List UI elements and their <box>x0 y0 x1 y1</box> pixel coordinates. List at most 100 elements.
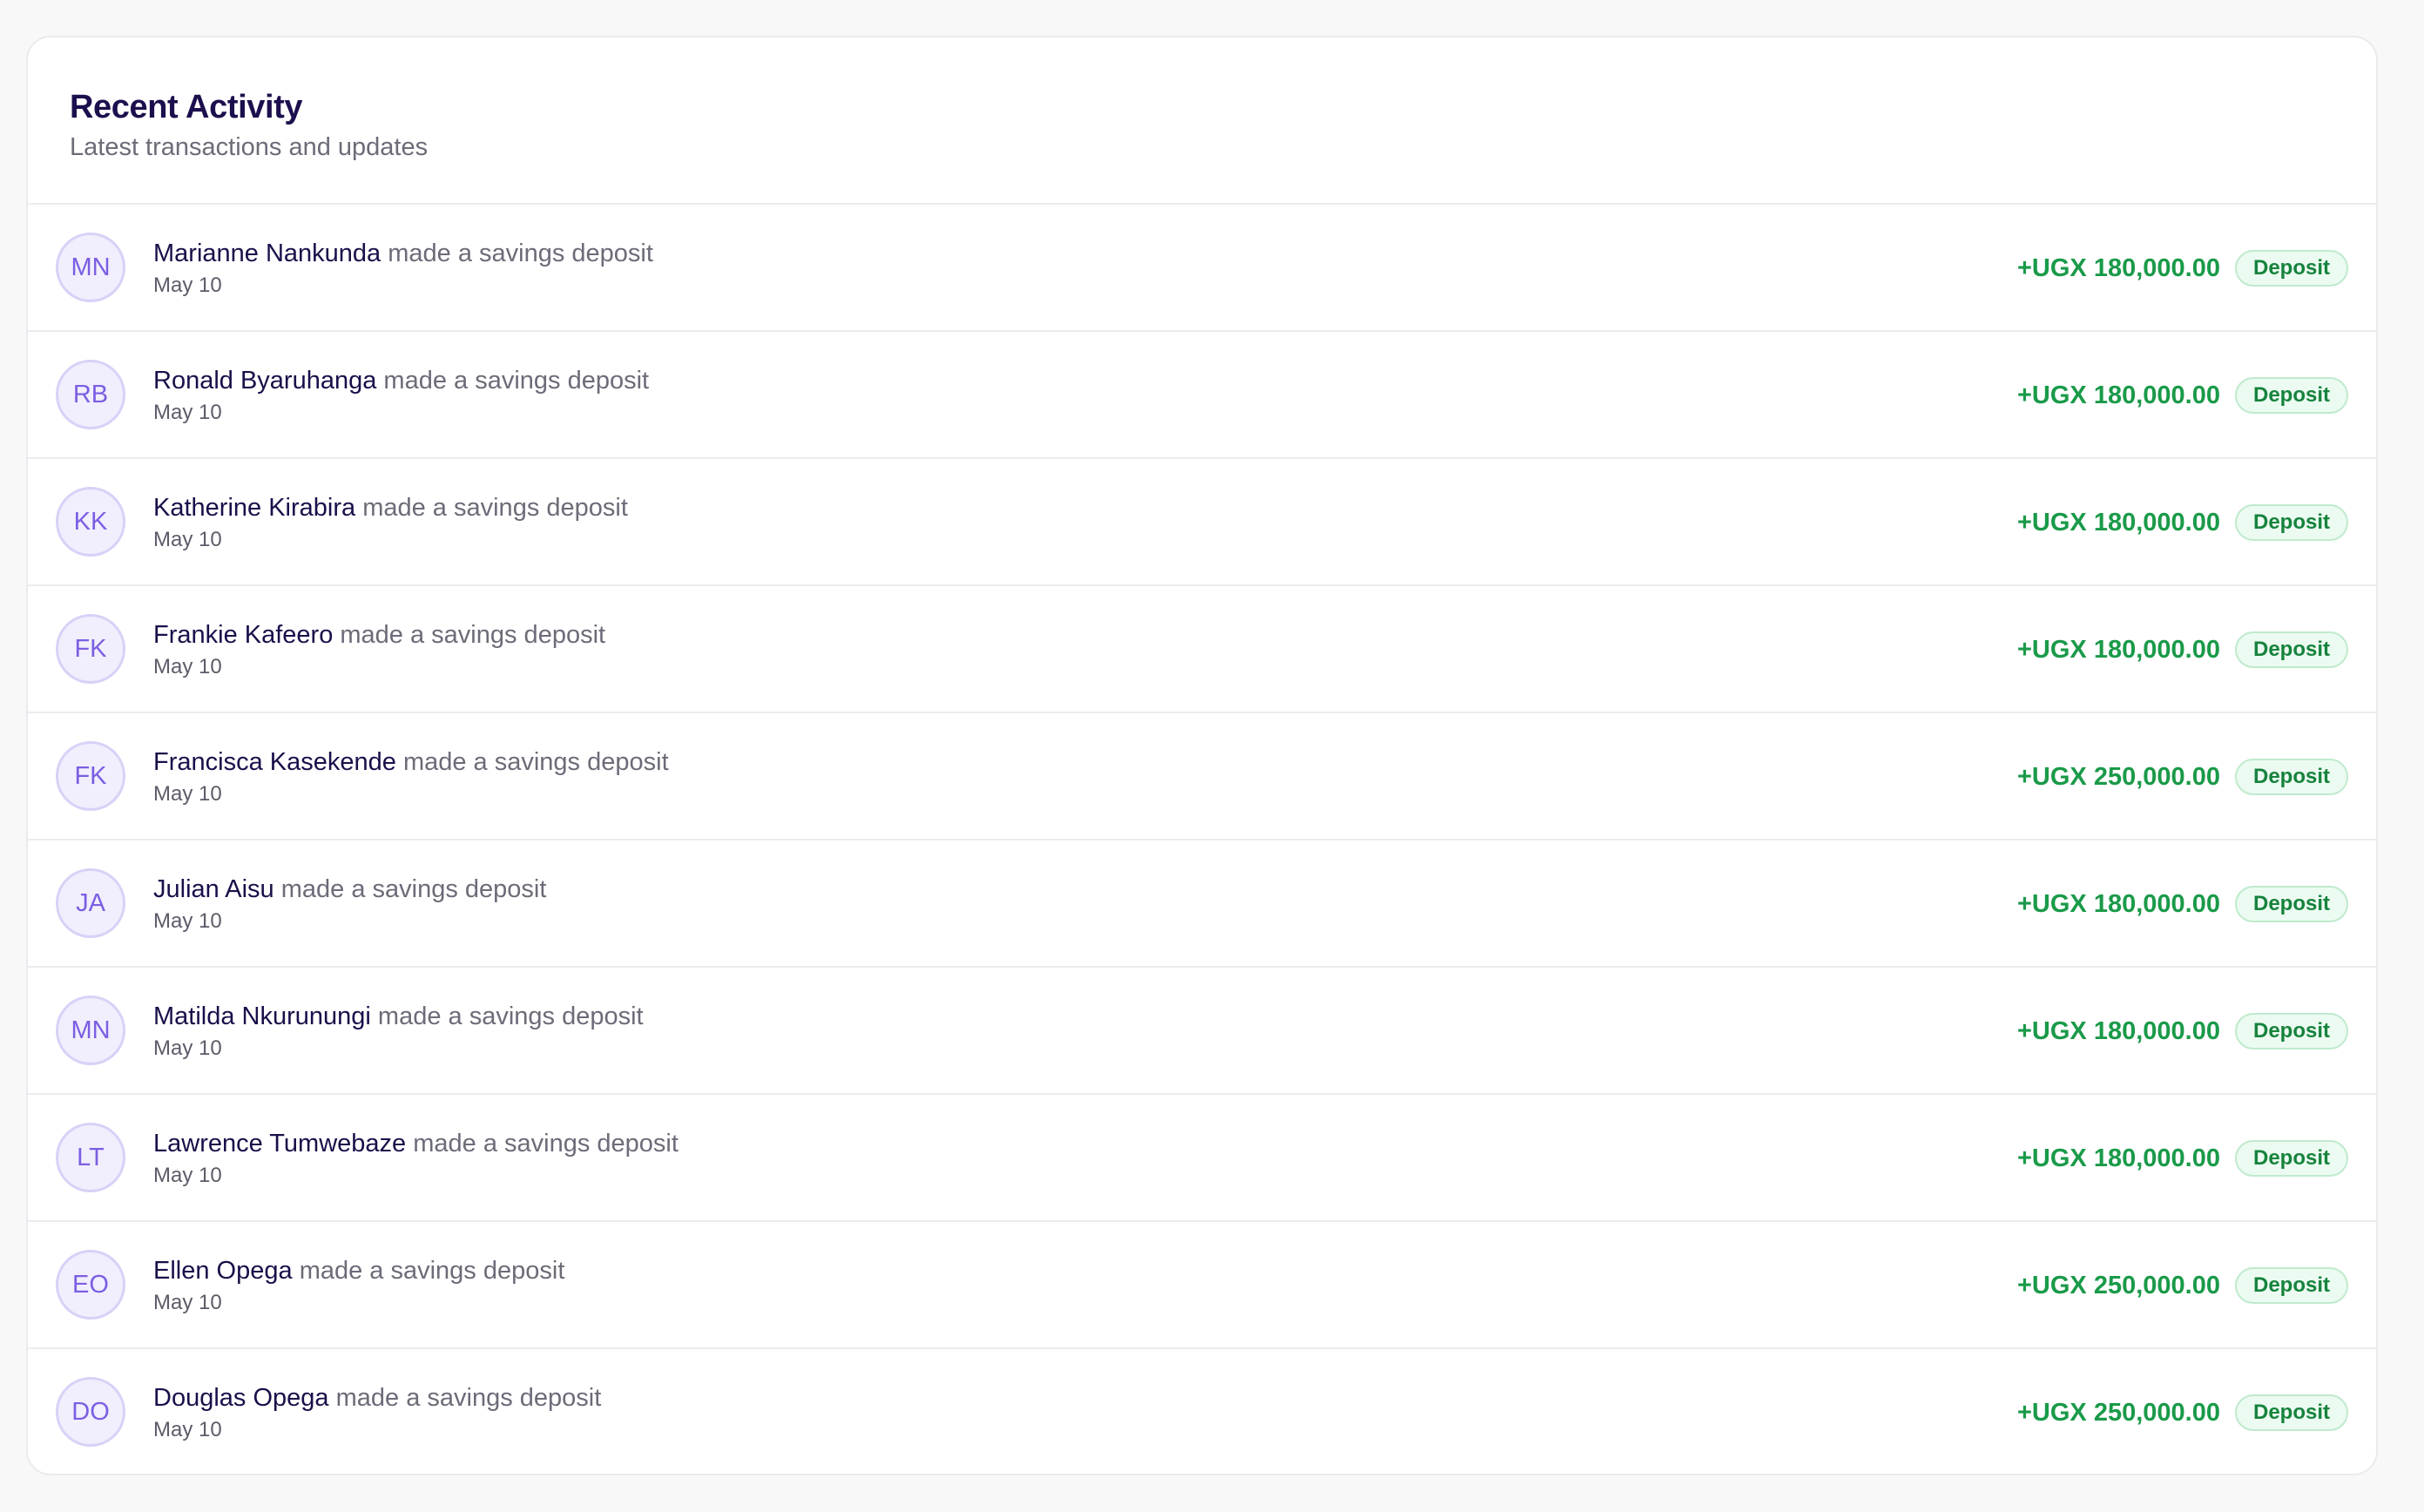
activity-description: Julian Aisu made a savings deposit <box>153 873 546 906</box>
member-name[interactable]: Matilda Nkurunungi <box>153 1002 371 1030</box>
activity-date: May 10 <box>153 655 222 678</box>
activity-text: Francisca Kasekende made a savings depos… <box>153 746 669 808</box>
avatar: KK <box>56 487 125 557</box>
activity-action: made a savings deposit <box>383 367 650 395</box>
avatar: JA <box>56 868 125 938</box>
transaction-type-badge: Deposit <box>2234 631 2348 668</box>
activity-row[interactable]: FK Francisca Kasekende made a savings de… <box>28 713 2376 840</box>
activity-date: May 10 <box>153 1164 222 1187</box>
activity-amount-group: +UGX 250,000.00 Deposit <box>2017 1349 2348 1474</box>
transaction-type-badge: Deposit <box>2234 1394 2348 1431</box>
avatar: MN <box>56 233 125 302</box>
activity-text: Ronald Byaruhanga made a savings deposit… <box>153 364 649 427</box>
activity-date: May 10 <box>153 782 222 806</box>
activity-date: May 10 <box>153 1291 222 1314</box>
transaction-amount: +UGX 180,000.00 <box>2017 508 2220 537</box>
member-name[interactable]: Marianne Nankunda <box>153 240 381 267</box>
activity-description: Matilda Nkurunungi made a savings deposi… <box>153 1000 644 1033</box>
avatar: DO <box>56 1377 125 1447</box>
activity-date: May 10 <box>153 401 222 424</box>
activity-description: Ellen Opega made a savings deposit <box>153 1254 564 1287</box>
transaction-type-badge: Deposit <box>2234 759 2348 795</box>
member-name[interactable]: Douglas Opega <box>153 1384 329 1412</box>
avatar: LT <box>56 1123 125 1192</box>
activity-description: Ronald Byaruhanga made a savings deposit <box>153 364 649 397</box>
transaction-amount: +UGX 180,000.00 <box>2017 1016 2220 1045</box>
activity-description: Douglas Opega made a savings deposit <box>153 1381 601 1414</box>
activity-row[interactable]: MN Marianne Nankunda made a savings depo… <box>28 205 2376 332</box>
transaction-type-badge: Deposit <box>2234 886 2348 922</box>
activity-amount-group: +UGX 180,000.00 Deposit <box>2017 586 2348 713</box>
transaction-type-badge: Deposit <box>2234 1267 2348 1304</box>
activity-row[interactable]: LT Lawrence Tumwebaze made a savings dep… <box>28 1095 2376 1222</box>
card-title: Recent Activity <box>70 89 303 125</box>
activity-amount-group: +UGX 180,000.00 Deposit <box>2017 840 2348 968</box>
activity-text: Douglas Opega made a savings deposit May… <box>153 1381 601 1444</box>
member-name[interactable]: Francisca Kasekende <box>153 748 396 776</box>
activity-action: made a savings deposit <box>340 621 606 649</box>
avatar: MN <box>56 996 125 1065</box>
activity-row[interactable]: KK Katherine Kirabira made a savings dep… <box>28 459 2376 586</box>
activity-action: made a savings deposit <box>362 494 628 522</box>
transaction-type-badge: Deposit <box>2234 1013 2348 1050</box>
activity-action: made a savings deposit <box>335 1384 602 1412</box>
activity-description: Frankie Kafeero made a savings deposit <box>153 618 605 651</box>
transaction-type-badge: Deposit <box>2234 1140 2348 1177</box>
activity-text: Frankie Kafeero made a savings deposit M… <box>153 618 605 681</box>
activity-amount-group: +UGX 250,000.00 Deposit <box>2017 1222 2348 1349</box>
activity-action: made a savings deposit <box>299 1257 565 1285</box>
avatar: FK <box>56 614 125 684</box>
activity-action: made a savings deposit <box>402 748 669 776</box>
activity-description: Katherine Kirabira made a savings deposi… <box>153 491 628 524</box>
transaction-amount: +UGX 180,000.00 <box>2017 1144 2220 1172</box>
activity-row[interactable]: DO Douglas Opega made a savings deposit … <box>28 1349 2376 1474</box>
transaction-amount: +UGX 180,000.00 <box>2017 253 2220 282</box>
member-name[interactable]: Ellen Opega <box>153 1257 293 1285</box>
transaction-amount: +UGX 250,000.00 <box>2017 1271 2220 1299</box>
transaction-amount: +UGX 180,000.00 <box>2017 889 2220 918</box>
activity-row[interactable]: MN Matilda Nkurunungi made a savings dep… <box>28 968 2376 1095</box>
activity-row[interactable]: RB Ronald Byaruhanga made a savings depo… <box>28 332 2376 459</box>
transaction-amount: +UGX 250,000.00 <box>2017 1398 2220 1427</box>
avatar: RB <box>56 360 125 429</box>
activity-text: Katherine Kirabira made a savings deposi… <box>153 491 628 554</box>
activity-amount-group: +UGX 250,000.00 Deposit <box>2017 713 2348 840</box>
recent-activity-card: Recent Activity Latest transactions and … <box>26 36 2378 1475</box>
transaction-type-badge: Deposit <box>2234 504 2348 541</box>
activity-action: made a savings deposit <box>388 240 653 267</box>
activity-action: made a savings deposit <box>377 1002 644 1030</box>
member-name[interactable]: Katherine Kirabira <box>153 494 355 522</box>
activity-amount-group: +UGX 180,000.00 Deposit <box>2017 968 2348 1095</box>
transaction-amount: +UGX 250,000.00 <box>2017 762 2220 791</box>
activity-description: Marianne Nankunda made a savings deposit <box>153 237 653 270</box>
activity-amount-group: +UGX 180,000.00 Deposit <box>2017 332 2348 459</box>
activity-date: May 10 <box>153 273 222 297</box>
activity-action: made a savings deposit <box>280 875 547 903</box>
transaction-amount: +UGX 180,000.00 <box>2017 381 2220 409</box>
activity-amount-group: +UGX 180,000.00 Deposit <box>2017 459 2348 586</box>
member-name[interactable]: Lawrence Tumwebaze <box>153 1130 406 1158</box>
activity-list: MN Marianne Nankunda made a savings depo… <box>28 205 2376 1474</box>
avatar: EO <box>56 1250 125 1320</box>
activity-text: Marianne Nankunda made a savings deposit… <box>153 237 653 300</box>
activity-text: Ellen Opega made a savings deposit May 1… <box>153 1254 564 1317</box>
member-name[interactable]: Julian Aisu <box>153 875 274 903</box>
activity-date: May 10 <box>153 1036 222 1060</box>
activity-row[interactable]: EO Ellen Opega made a savings deposit Ma… <box>28 1222 2376 1349</box>
activity-text: Matilda Nkurunungi made a savings deposi… <box>153 1000 644 1063</box>
card-subtitle: Latest transactions and updates <box>70 133 429 161</box>
activity-text: Lawrence Tumwebaze made a savings deposi… <box>153 1127 679 1190</box>
activity-row[interactable]: FK Frankie Kafeero made a savings deposi… <box>28 586 2376 713</box>
activity-description: Francisca Kasekende made a savings depos… <box>153 746 669 779</box>
activity-row[interactable]: JA Julian Aisu made a savings deposit Ma… <box>28 840 2376 968</box>
transaction-amount: +UGX 180,000.00 <box>2017 635 2220 664</box>
activity-date: May 10 <box>153 909 222 933</box>
activity-action: made a savings deposit <box>413 1130 679 1158</box>
avatar: FK <box>56 741 125 811</box>
activity-amount-group: +UGX 180,000.00 Deposit <box>2017 1095 2348 1222</box>
transaction-type-badge: Deposit <box>2234 377 2348 414</box>
transaction-type-badge: Deposit <box>2234 250 2348 287</box>
member-name[interactable]: Ronald Byaruhanga <box>153 367 376 395</box>
member-name[interactable]: Frankie Kafeero <box>153 621 333 649</box>
activity-text: Julian Aisu made a savings deposit May 1… <box>153 873 546 935</box>
